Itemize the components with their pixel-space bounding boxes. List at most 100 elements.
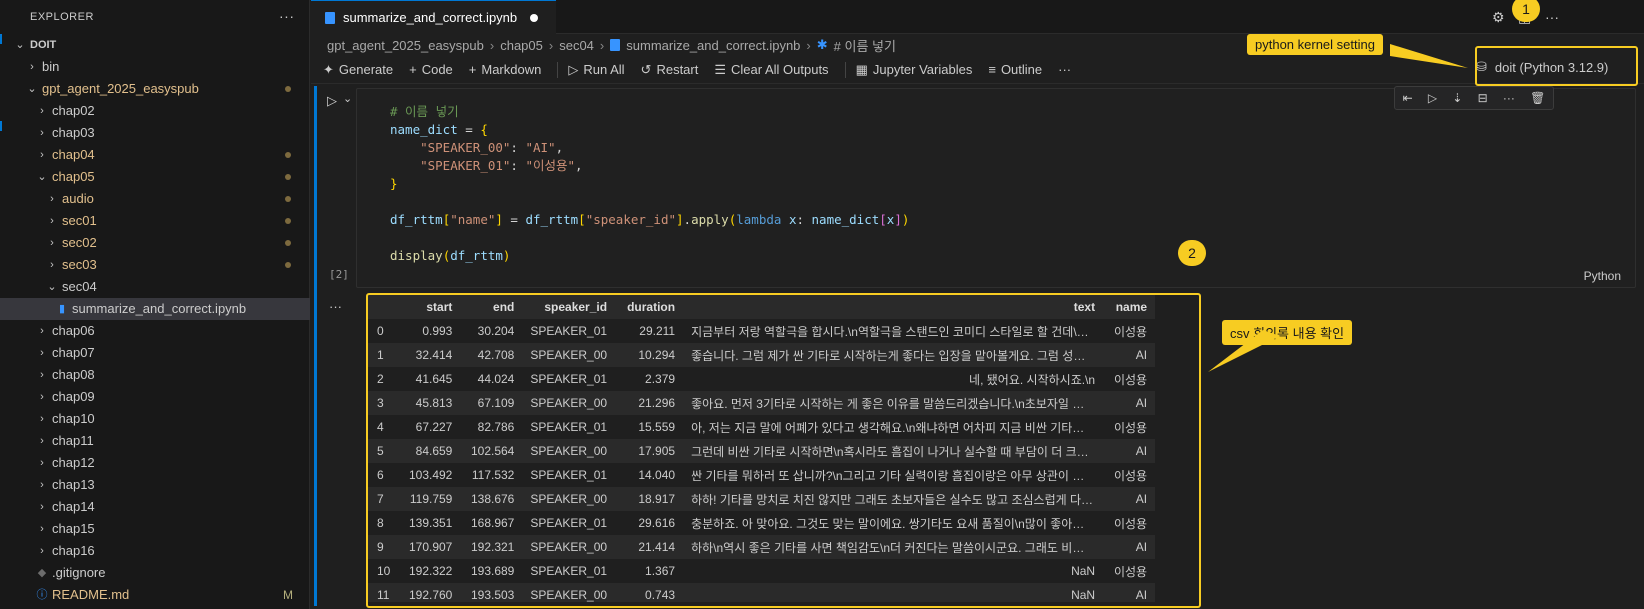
- tree-item[interactable]: › chap13: [0, 474, 310, 496]
- jupyter-variables-button[interactable]: ▦ Jupyter Variables: [856, 62, 973, 78]
- tree-item[interactable]: › chap14: [0, 496, 310, 518]
- chevron-right-icon: ›: [599, 37, 605, 53]
- run-below-icon[interactable]: ⇣: [1452, 91, 1462, 105]
- tree-item[interactable]: ⌄ sec04: [0, 276, 310, 298]
- cell-language-label[interactable]: Python: [1584, 269, 1621, 283]
- chevron-right-icon: ›: [548, 37, 554, 53]
- tree-item-label: chap13: [52, 477, 95, 492]
- tree-item[interactable]: › chap02: [0, 100, 310, 122]
- explorer-more-icon[interactable]: ···: [279, 8, 295, 24]
- breadcrumb-item[interactable]: # 이름 넣기: [834, 36, 896, 55]
- tree-root-doit[interactable]: ⌄ DOIT: [0, 34, 310, 56]
- outline-label: Outline: [1000, 62, 1043, 77]
- git-modified-badge: M: [283, 588, 293, 602]
- modified-dot-icon: [285, 218, 291, 224]
- clear-all-icon: ☰: [714, 61, 727, 77]
- tree-item-label: chap05: [52, 169, 95, 184]
- tree-item-label: chap06: [52, 323, 95, 338]
- run-by-line-icon[interactable]: ▷: [1428, 91, 1437, 105]
- tree-item[interactable]: ⌄ chap05: [0, 166, 310, 188]
- chevron-right-icon: ›: [40, 391, 44, 403]
- tree-item[interactable]: › chap07: [0, 342, 310, 364]
- toolbar-divider: [557, 61, 559, 78]
- tree-root-label: DOIT: [30, 39, 57, 51]
- generate-button[interactable]: ✦ Generate: [323, 62, 393, 78]
- tree-item[interactable]: ⓘ README.md M: [0, 584, 310, 606]
- code-cell[interactable]: ▷ ⌄ # 이름 넣기 name_dict = { "SPEAKER_00": …: [311, 86, 1644, 606]
- tree-item[interactable]: › chap10: [0, 408, 310, 430]
- code-editor[interactable]: # 이름 넣기 name_dict = { "SPEAKER_00": "AI"…: [356, 88, 1636, 288]
- annotation-marker-2: 2: [1178, 240, 1206, 266]
- breadcrumb-item[interactable]: sec04: [559, 38, 594, 53]
- chevron-right-icon: ›: [489, 37, 495, 53]
- notebook-icon: ▮: [58, 303, 66, 315]
- annotation-kernel-label: python kernel setting: [1247, 34, 1383, 55]
- add-code-button[interactable]: + Code: [409, 62, 453, 77]
- run-all-button[interactable]: ▷ Run All: [568, 62, 624, 78]
- more-actions-icon[interactable]: ···: [1545, 9, 1559, 25]
- tree-item[interactable]: › bin: [0, 56, 310, 78]
- chevron-down-icon: ⌄: [15, 39, 25, 51]
- trash-icon[interactable]: 🗑: [1530, 91, 1545, 105]
- tree-item[interactable]: › chap12: [0, 452, 310, 474]
- add-markdown-button[interactable]: + Markdown: [469, 62, 542, 77]
- plus-icon: +: [409, 62, 417, 77]
- tree-item-label: README.md: [52, 587, 130, 602]
- tree-item[interactable]: ▮ summarize_and_correct.ipynb: [0, 298, 310, 320]
- breadcrumb-item[interactable]: summarize_and_correct.ipynb: [626, 38, 800, 53]
- tree-item[interactable]: › chap11: [0, 430, 310, 452]
- tree-item[interactable]: › chap03: [0, 122, 310, 144]
- breadcrumb-item[interactable]: gpt_agent_2025_easyspub: [327, 38, 484, 53]
- cell-focus-bar: [314, 86, 317, 606]
- clear-label: Clear All Outputs: [731, 62, 829, 77]
- unsaved-dot-icon[interactable]: [530, 14, 538, 22]
- gear-icon[interactable]: ⚙: [1492, 9, 1505, 26]
- annotation-pointer: [1208, 330, 1280, 372]
- tree-item[interactable]: › sec02: [0, 232, 310, 254]
- outline-button[interactable]: ≡ Outline: [988, 62, 1042, 77]
- tree-item-label: chap09: [52, 389, 95, 404]
- breadcrumb-item[interactable]: chap05: [500, 38, 543, 53]
- sparkle-icon: ✦: [323, 61, 334, 77]
- tree-item-label: sec02: [62, 235, 97, 250]
- chevron-down-icon[interactable]: ⌄: [343, 92, 352, 105]
- chevron-right-icon: ›: [40, 105, 44, 117]
- tree-item[interactable]: › chap04: [0, 144, 310, 166]
- run-all-label: Run All: [583, 62, 625, 77]
- cell-more-icon[interactable]: ···: [1503, 91, 1515, 105]
- toolbar-more-button[interactable]: ···: [1058, 62, 1071, 77]
- tree-item-label: gpt_agent_2025_easyspub: [42, 81, 199, 96]
- list-icon: ≡: [988, 62, 996, 77]
- restart-button[interactable]: ↺ Restart: [641, 62, 699, 78]
- run-cell-icon[interactable]: ▷: [327, 93, 337, 109]
- tree-item[interactable]: › chap09: [0, 386, 310, 408]
- tree-item[interactable]: › sec01: [0, 210, 310, 232]
- tree-item[interactable]: ◆ .gitignore: [0, 562, 310, 584]
- modified-dot-icon: [285, 174, 291, 180]
- code-content[interactable]: # 이름 넣기 name_dict = { "SPEAKER_00": "AI"…: [390, 103, 909, 265]
- annotation-pointer: [1390, 44, 1468, 68]
- chevron-right-icon: ›: [50, 259, 54, 271]
- explorer-sidebar: EXPLORER ··· ⌄ DOIT › bin ⌄ gpt_agent_2025_…: [0, 0, 310, 609]
- tree-item-label: sec01: [62, 213, 97, 228]
- tree-item[interactable]: › chap08: [0, 364, 310, 386]
- tree-item[interactable]: › audio: [0, 188, 310, 210]
- tree-item[interactable]: › sec03: [0, 254, 310, 276]
- tree-item-label: sec04: [62, 279, 97, 294]
- tree-item-label: chap04: [52, 147, 95, 162]
- tab-notebook[interactable]: summarize_and_correct.ipynb: [311, 0, 556, 34]
- tree-item[interactable]: › chap15: [0, 518, 310, 540]
- chevron-right-icon: ›: [50, 215, 54, 227]
- output-more-icon[interactable]: ···: [329, 299, 342, 314]
- clear-outputs-button[interactable]: ☰ Clear All Outputs: [714, 62, 828, 78]
- run-above-icon[interactable]: ⇤: [1403, 91, 1413, 105]
- chevron-right-icon: ›: [40, 435, 44, 447]
- tree-item[interactable]: ⌄ gpt_agent_2025_easyspub: [0, 78, 310, 100]
- tree-item[interactable]: › chap16: [0, 540, 310, 562]
- tree-item[interactable]: › chap06: [0, 320, 310, 342]
- split-cell-icon[interactable]: ⊟: [1478, 91, 1488, 105]
- tree-item-label: chap07: [52, 345, 95, 360]
- markdown-label: Markdown: [481, 62, 542, 77]
- tree-item-label: sec03: [62, 257, 97, 272]
- cell-toolbar: ⇤ ▷ ⇣ ⊟ ··· 🗑: [1394, 86, 1554, 110]
